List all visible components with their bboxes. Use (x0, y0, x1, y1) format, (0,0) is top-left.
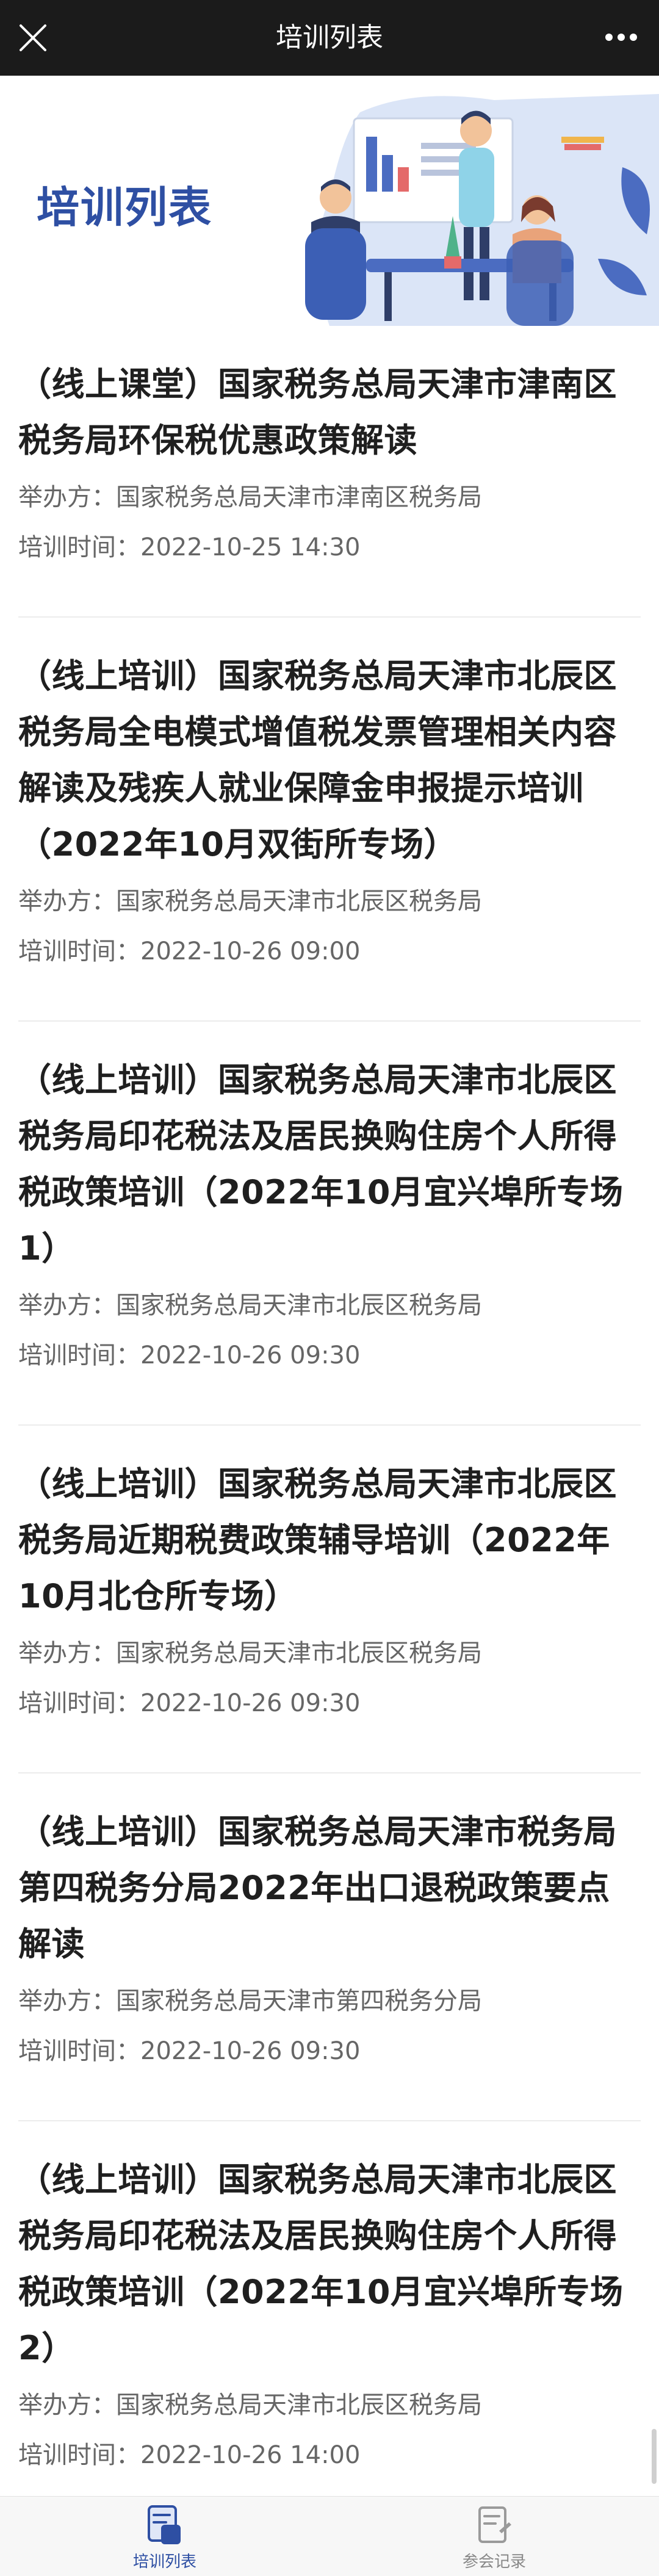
organizer-value: 国家税务总局天津市北辰区税务局 (116, 887, 482, 915)
tab-training-list[interactable]: 培训列表 (73, 2497, 256, 2576)
training-list: （线上课堂）国家税务总局天津市津南区税务局环保税优惠政策解读 举办方：国家税务总… (0, 326, 659, 2525)
time-value: 2022-10-26 09:30 (140, 2037, 361, 2065)
organizer-label: 举办方： (18, 887, 116, 915)
time-label: 培训时间： (18, 2441, 140, 2469)
organizer-line: 举办方：国家税务总局天津市津南区税务局 (18, 472, 641, 522)
scrollbar[interactable] (652, 2429, 657, 2484)
organizer-line: 举办方：国家税务总局天津市北辰区税务局 (18, 1628, 641, 1678)
organizer-line: 举办方：国家税务总局天津市北辰区税务局 (18, 876, 641, 926)
attendance-record-icon (478, 2506, 511, 2543)
training-illustration (305, 94, 659, 326)
time-value: 2022-10-25 14:30 (140, 533, 361, 561)
organizer-line: 举办方：国家税务总局天津市北辰区税务局 (18, 2380, 641, 2430)
organizer-line: 举办方：国家税务总局天津市第四税务分局 (18, 1976, 641, 2026)
training-list-icon (148, 2505, 181, 2544)
time-line: 培训时间：2022-10-26 14:00 (18, 2430, 641, 2480)
training-title[interactable]: （线上培训）国家税务总局天津市北辰区税务局印花税法及居民换购住房个人所得税政策培… (18, 2152, 641, 2376)
organizer-label: 举办方： (18, 483, 116, 511)
bottom-tab-bar: 培训列表 参会记录 (0, 2496, 659, 2576)
time-label: 培训时间： (18, 1689, 140, 1717)
organizer-value: 国家税务总局天津市北辰区税务局 (116, 2391, 482, 2419)
organizer-value: 国家税务总局天津市津南区税务局 (116, 483, 482, 511)
list-item[interactable]: （线上培训）国家税务总局天津市北辰区税务局全电模式增值税发票管理相关内容解读及残… (18, 618, 641, 1022)
training-title[interactable]: （线上培训）国家税务总局天津市税务局第四税务分局2022年出口退税政策要点解读 (18, 1804, 641, 1972)
page-title: 培训列表 (276, 22, 383, 53)
banner-title: 培训列表 (37, 182, 212, 233)
list-item[interactable]: （线上培训）国家税务总局天津市税务局第四税务分局2022年出口退税政策要点解读 … (18, 1773, 641, 2121)
time-value: 2022-10-26 09:30 (140, 1689, 361, 1717)
time-label: 培训时间： (18, 2037, 140, 2065)
organizer-value: 国家税务总局天津市第四税务分局 (116, 1987, 482, 2015)
list-item[interactable]: （线上培训）国家税务总局天津市北辰区税务局印花税法及居民换购住房个人所得税政策培… (18, 1022, 641, 1426)
organizer-label: 举办方： (18, 2391, 116, 2419)
training-title[interactable]: （线上培训）国家税务总局天津市北辰区税务局近期税费政策辅导培训（2022年10月… (18, 1456, 641, 1625)
organizer-label: 举办方： (18, 1639, 116, 1667)
list-item[interactable]: （线上培训）国家税务总局天津市北辰区税务局印花税法及居民换购住房个人所得税政策培… (18, 2121, 641, 2525)
list-item[interactable]: （线上课堂）国家税务总局天津市津南区税务局环保税优惠政策解读 举办方：国家税务总… (18, 326, 641, 618)
organizer-label: 举办方： (18, 1291, 116, 1319)
training-title[interactable]: （线上培训）国家税务总局天津市北辰区税务局印花税法及居民换购住房个人所得税政策培… (18, 1052, 641, 1277)
training-title[interactable]: （线上课堂）国家税务总局天津市津南区税务局环保税优惠政策解读 (18, 356, 641, 469)
top-bar: 培训列表 (0, 0, 659, 76)
time-label: 培训时间： (18, 1341, 140, 1369)
tab-label: 参会记录 (462, 2553, 526, 2571)
time-line: 培训时间：2022-10-26 09:30 (18, 2026, 641, 2076)
time-value: 2022-10-26 14:00 (140, 2441, 361, 2469)
organizer-value: 国家税务总局天津市北辰区税务局 (116, 1291, 482, 1319)
tab-attendance-record[interactable]: 参会记录 (403, 2497, 586, 2576)
tab-label: 培训列表 (132, 2553, 196, 2571)
time-line: 培训时间：2022-10-26 09:30 (18, 1678, 641, 1728)
more-options-icon[interactable] (604, 28, 638, 46)
time-line: 培训时间：2022-10-26 09:00 (18, 926, 641, 976)
organizer-label: 举办方： (18, 1987, 116, 2015)
time-label: 培训时间： (18, 937, 140, 965)
time-line: 培训时间：2022-10-26 09:30 (18, 1330, 641, 1380)
training-title[interactable]: （线上培训）国家税务总局天津市北辰区税务局全电模式增值税发票管理相关内容解读及残… (18, 648, 641, 873)
time-value: 2022-10-26 09:30 (140, 1341, 361, 1369)
time-label: 培训时间： (18, 533, 140, 561)
time-line: 培训时间：2022-10-25 14:30 (18, 522, 641, 572)
list-item[interactable]: （线上培训）国家税务总局天津市北辰区税务局近期税费政策辅导培训（2022年10月… (18, 1426, 641, 1773)
time-value: 2022-10-26 09:00 (140, 937, 361, 965)
banner: 培训列表 (0, 76, 659, 326)
organizer-line: 举办方：国家税务总局天津市北辰区税务局 (18, 1280, 641, 1330)
organizer-value: 国家税务总局天津市北辰区税务局 (116, 1639, 482, 1667)
